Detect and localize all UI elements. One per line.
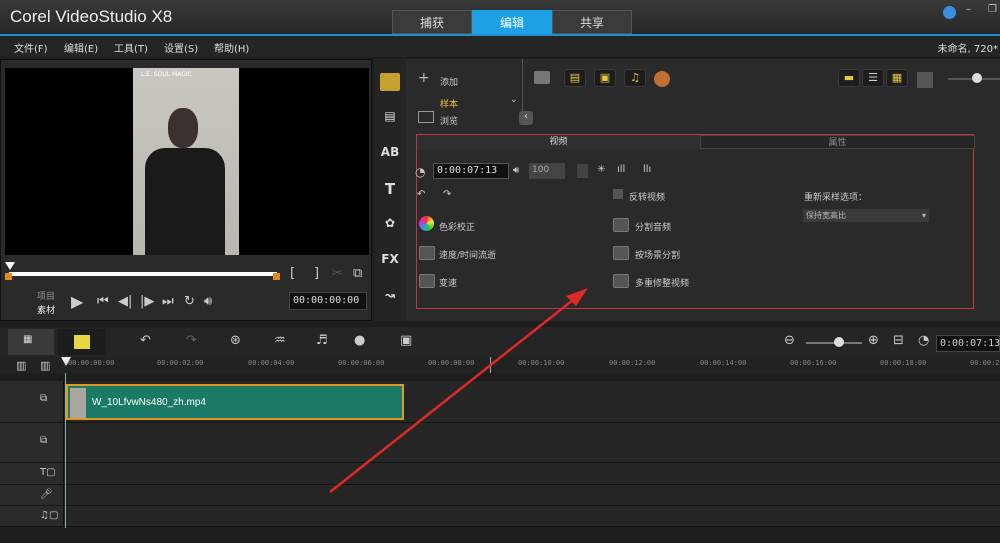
annotation-arrow — [329, 288, 588, 493]
arrow-line — [329, 295, 579, 493]
